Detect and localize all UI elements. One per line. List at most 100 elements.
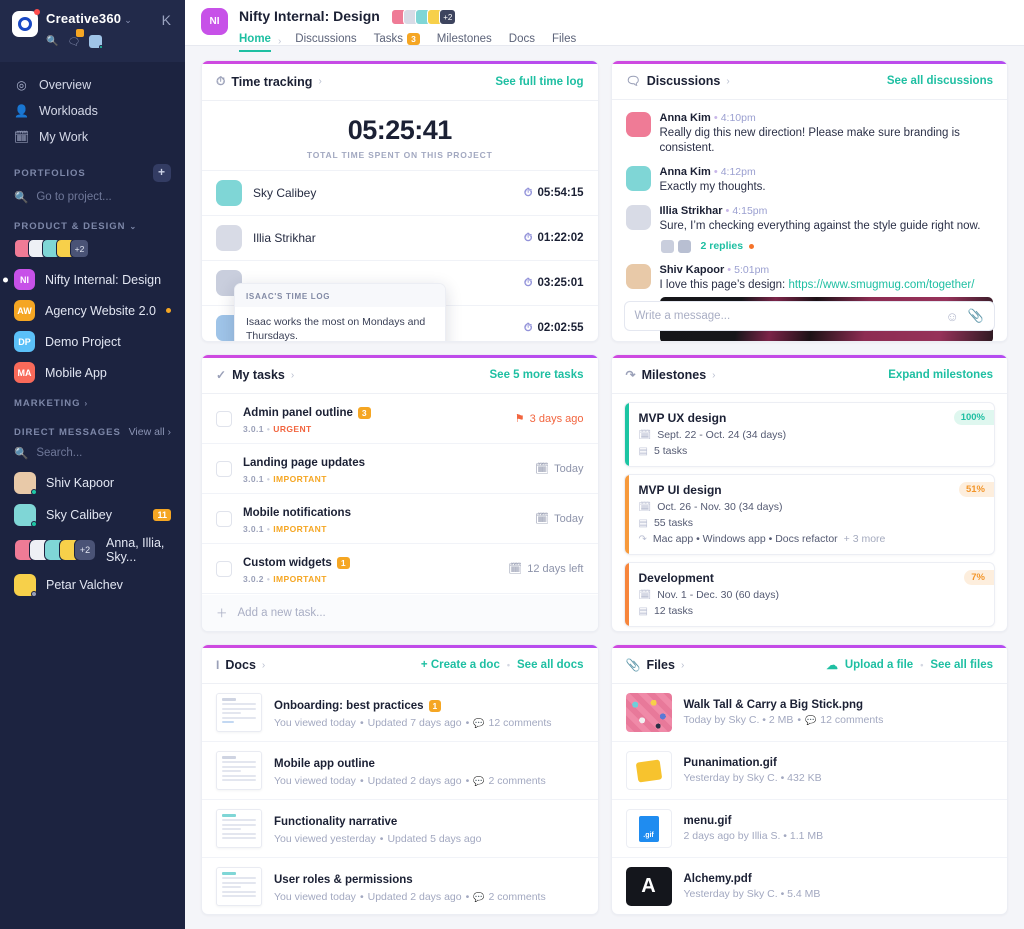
task-name: Custom widgets bbox=[243, 557, 332, 569]
total-time-value: 05:25:41 bbox=[202, 115, 598, 146]
group-more-count: +2 bbox=[74, 539, 96, 561]
task-checkbox[interactable] bbox=[216, 561, 232, 577]
upload-file-button[interactable]: Upload a file bbox=[845, 659, 913, 671]
comment-icon: 💬 bbox=[473, 718, 484, 729]
add-portfolio-button[interactable]: + bbox=[153, 164, 171, 182]
sidebar-project-mobile-app[interactable]: MA Mobile App bbox=[0, 357, 185, 388]
message-replies[interactable]: 2 replies bbox=[660, 239, 981, 254]
task-checkbox[interactable] bbox=[216, 511, 232, 527]
message-input[interactable]: Write a message... bbox=[635, 310, 937, 322]
user-avatar[interactable] bbox=[89, 35, 102, 48]
unread-badge: 11 bbox=[153, 509, 171, 521]
discussion-message[interactable]: Anna Kim•4:10pm Really dig this new dire… bbox=[612, 108, 1008, 162]
go-to-project-input[interactable]: 🔍 Go to project... bbox=[0, 187, 185, 211]
milestones-body: MVP UX design 🗓Sept. 22 - Oct. 24 (34 da… bbox=[612, 394, 1008, 631]
emoji-icon[interactable]: ☺ bbox=[946, 309, 959, 324]
tab-tasks[interactable]: Tasks3 bbox=[374, 30, 420, 52]
milestone-links: Mac app • Windows app • Docs refactor bbox=[653, 533, 838, 545]
search-icon[interactable]: 🔍 bbox=[46, 36, 58, 47]
dm-item-petar-valchev[interactable]: Petar Valchev bbox=[0, 569, 185, 601]
calendar-icon: 🗓 bbox=[14, 130, 29, 144]
files-body: Walk Tall & Carry a Big Stick.png Today … bbox=[612, 684, 1008, 914]
see-all-docs-link[interactable]: See all docs bbox=[517, 659, 583, 671]
message-link[interactable]: https://www.smugmug.com/together/ bbox=[788, 279, 974, 291]
expand-milestones-link[interactable]: Expand milestones bbox=[888, 369, 993, 381]
see-more-tasks-link[interactable]: See 5 more tasks bbox=[490, 369, 584, 381]
doc-row[interactable]: User roles & permissions You viewed toda… bbox=[202, 858, 598, 914]
dm-view-all-link[interactable]: View all › bbox=[129, 426, 171, 438]
chevron-right-icon: › bbox=[291, 370, 294, 381]
card-time-tracking: ⏱ Time tracking › See full time log 05:2… bbox=[201, 60, 599, 342]
task-row[interactable]: Mobile notifications 3.0.1•IMPORTANT 🗓To… bbox=[202, 494, 598, 544]
tab-discussions[interactable]: Discussions bbox=[295, 30, 356, 52]
product-design-members[interactable]: +2 bbox=[0, 237, 185, 264]
dm-item-sky-calibey[interactable]: Sky Calibey 11 bbox=[0, 499, 185, 531]
paperclip-icon[interactable]: 📎 bbox=[968, 308, 984, 324]
unread-dot-icon bbox=[166, 308, 171, 313]
file-name: menu.gif bbox=[684, 815, 824, 827]
task-checkbox[interactable] bbox=[216, 411, 232, 427]
see-all-files-link[interactable]: See all files bbox=[930, 659, 993, 671]
tab-files[interactable]: Files bbox=[552, 30, 576, 52]
doc-row[interactable]: Functionality narrative You viewed yeste… bbox=[202, 800, 598, 858]
see-full-time-log-link[interactable]: See full time log bbox=[495, 76, 583, 88]
sidebar-project-demo-project[interactable]: DP Demo Project bbox=[0, 326, 185, 357]
project-members[interactable]: +2 bbox=[391, 9, 456, 25]
dm-item-shiv-kapoor[interactable]: Shiv Kapoor bbox=[0, 467, 185, 499]
chevron-right-icon: › bbox=[726, 76, 729, 87]
tooltip-text: Isaac works the most on Mondays and Thur… bbox=[246, 315, 434, 341]
discussion-message[interactable]: Illia Strikhar•4:15pm Sure, I’m checking… bbox=[612, 201, 1008, 260]
add-task-placeholder: Add a new task... bbox=[238, 607, 326, 619]
file-meta: Yesterday by Sky C. • 5.4 MB bbox=[684, 888, 821, 900]
time-row[interactable]: Sky Calibey ⏱05:54:15 bbox=[202, 170, 598, 215]
create-doc-button[interactable]: + Create a doc bbox=[421, 659, 500, 671]
task-row[interactable]: Admin panel outline3 3.0.1•URGENT ⚑3 day… bbox=[202, 394, 598, 444]
sidebar-project-agency-website[interactable]: AW Agency Website 2.0 bbox=[0, 295, 185, 326]
dm-item-group[interactable]: +2 Anna, Illia, Sky... bbox=[0, 531, 185, 569]
members-more-count: +2 bbox=[70, 239, 89, 258]
milestone-links-more[interactable]: + 3 more bbox=[844, 533, 886, 545]
collapse-sidebar-button[interactable]: K bbox=[156, 10, 173, 28]
chevron-down-icon[interactable]: ⌄ bbox=[124, 15, 132, 25]
message-composer[interactable]: Write a message... ☺ 📎 bbox=[624, 301, 996, 331]
task-priority: URGENT bbox=[273, 424, 311, 434]
discussion-message[interactable]: Anna Kim•4:12pm Exactly my thoughts. bbox=[612, 162, 1008, 201]
tab-docs[interactable]: Docs bbox=[509, 30, 535, 52]
task-due: 🗓Today bbox=[535, 462, 583, 475]
doc-row[interactable]: Mobile app outline You viewed today•Upda… bbox=[202, 742, 598, 800]
task-row[interactable]: Custom widgets1 3.0.2•IMPORTANT 🗓12 days… bbox=[202, 544, 598, 594]
tab-home[interactable]: Home bbox=[239, 30, 271, 52]
sidebar-item-workloads[interactable]: 👤 Workloads bbox=[0, 98, 185, 124]
doc-row[interactable]: Onboarding: best practices1 You viewed t… bbox=[202, 684, 598, 742]
milestone-row[interactable]: MVP UI design 🗓Oct. 26 - Nov. 30 (34 day… bbox=[624, 474, 996, 555]
people-icon: 👤 bbox=[14, 104, 29, 118]
product-design-section-header[interactable]: PRODUCT & DESIGN ⌄ bbox=[0, 211, 185, 237]
tab-milestones[interactable]: Milestones bbox=[437, 30, 492, 52]
milestone-progress: 7% bbox=[964, 570, 994, 585]
milestone-dates: Sept. 22 - Oct. 24 (34 days) bbox=[657, 429, 786, 441]
task-row[interactable]: Landing page updates 3.0.1•IMPORTANT 🗓To… bbox=[202, 444, 598, 494]
file-row[interactable]: .gif menu.gif 2 days ago by Illia S. • 1… bbox=[612, 800, 1008, 858]
add-task-input[interactable]: ＋ Add a new task... bbox=[202, 595, 598, 631]
file-row[interactable]: Punanimation.gif Yesterday by Sky C. • 4… bbox=[612, 742, 1008, 800]
time-row[interactable]: Illia Strikhar ⏱01:22:02 bbox=[202, 215, 598, 260]
notification-badge bbox=[76, 29, 84, 37]
milestone-row[interactable]: MVP UX design 🗓Sept. 22 - Oct. 24 (34 da… bbox=[624, 402, 996, 467]
sidebar-item-overview[interactable]: ◎ Overview bbox=[0, 72, 185, 98]
marketing-section-header[interactable]: MARKETING › bbox=[0, 388, 185, 414]
milestone-row[interactable]: Development 🗓Nov. 1 - Dec. 30 (60 days) … bbox=[624, 562, 996, 627]
notifications-button[interactable]: 🗨 bbox=[67, 32, 80, 50]
task-checkbox[interactable] bbox=[216, 461, 232, 477]
milestone-name: MVP UX design bbox=[639, 411, 985, 425]
card-title-label: Docs bbox=[225, 658, 256, 672]
dm-label: Shiv Kapoor bbox=[46, 476, 114, 490]
see-all-discussions-link[interactable]: See all discussions bbox=[887, 75, 993, 87]
dm-search-input[interactable]: 🔍 Search... bbox=[0, 443, 185, 467]
file-row[interactable]: A Alchemy.pdf Yesterday by Sky C. • 5.4 … bbox=[612, 858, 1008, 914]
file-row[interactable]: Walk Tall & Carry a Big Stick.png Today … bbox=[612, 684, 1008, 742]
project-label: Nifty Internal: Design bbox=[45, 273, 161, 287]
sidebar-item-my-work[interactable]: 🗓 My Work bbox=[0, 124, 185, 150]
sidebar-project-nifty-internal-design[interactable]: NI Nifty Internal: Design bbox=[0, 264, 185, 295]
workspace-name[interactable]: Creative360 bbox=[46, 11, 121, 26]
bell-icon: 🗨 bbox=[67, 37, 80, 48]
